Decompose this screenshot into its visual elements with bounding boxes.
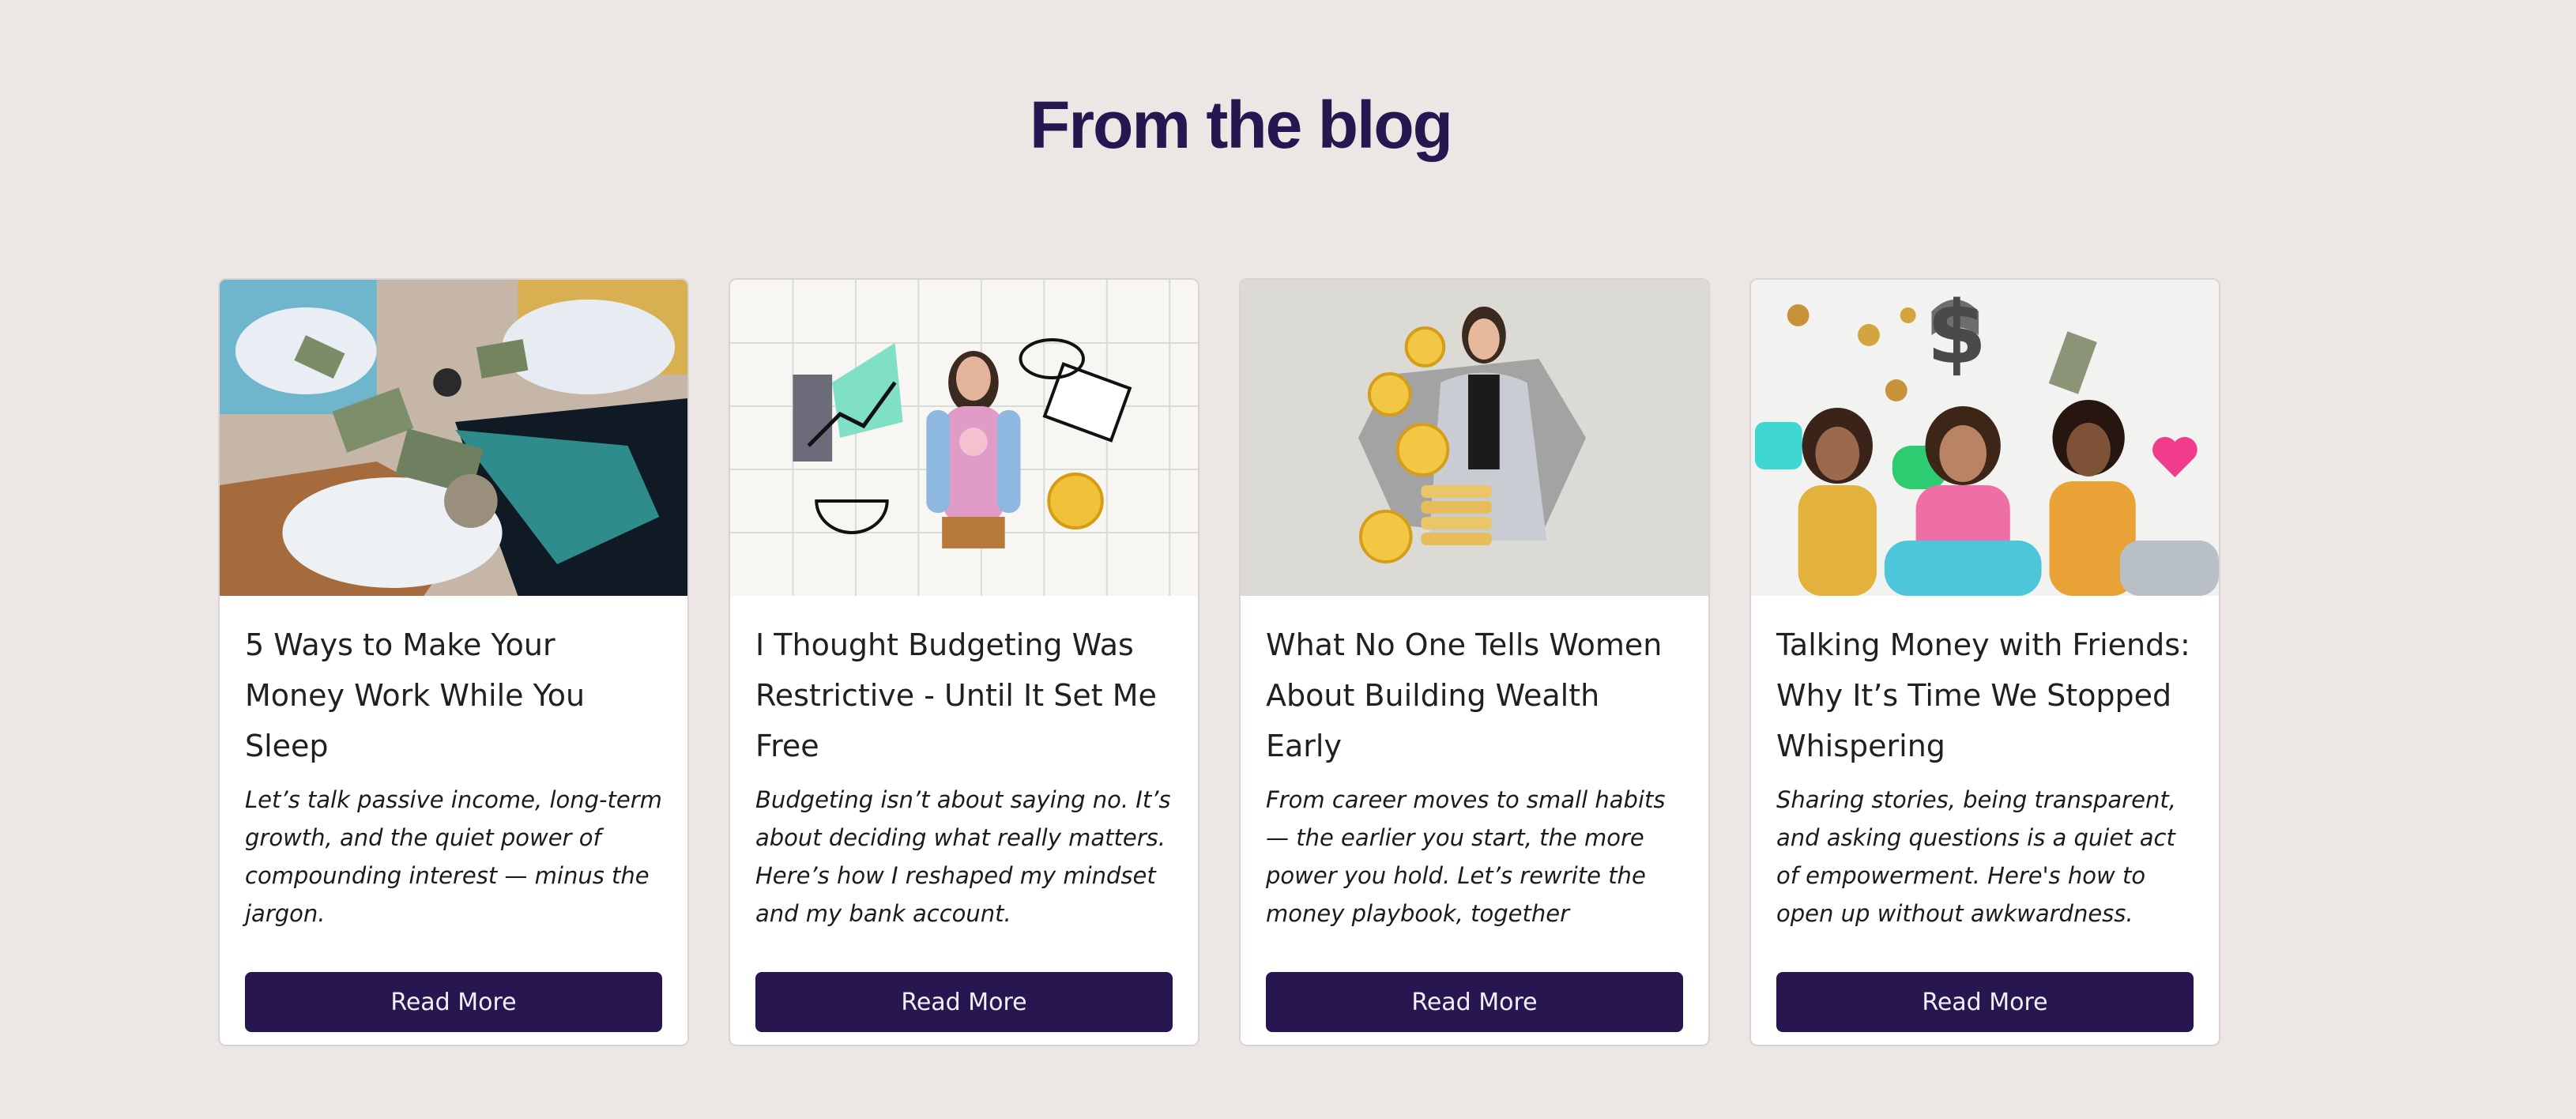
blog-card: 5 Ways to Make Your Money Work While You… xyxy=(218,278,689,1046)
blog-card-list: 5 Ways to Make Your Money Work While You… xyxy=(218,278,2220,1046)
post-excerpt: From career moves to small habits — the … xyxy=(1266,786,1666,927)
read-more-button[interactable]: Read More xyxy=(1266,972,1683,1032)
post-excerpt: Sharing stories, being transparent, and … xyxy=(1776,786,2176,927)
friends-phones-image[interactable]: $ xyxy=(1751,280,2219,596)
blog-card: $ Talking Money with Friends: Why It’s T… xyxy=(1749,278,2220,1046)
post-title[interactable]: I Thought Budgeting Was Restrictive - Un… xyxy=(755,620,1173,771)
money-collage-image[interactable] xyxy=(220,280,687,596)
post-title[interactable]: Talking Money with Friends: Why It’s Tim… xyxy=(1776,620,2194,771)
post-title[interactable]: 5 Ways to Make Your Money Work While You… xyxy=(245,620,662,771)
post-excerpt: Budgeting isn’t about saying no. It’s ab… xyxy=(755,786,1171,927)
svg-text:$: $ xyxy=(1926,282,1987,383)
read-more-button[interactable]: Read More xyxy=(1776,972,2194,1032)
friends-phones-illustration: $ xyxy=(1751,280,2219,596)
money-collage-illustration xyxy=(220,280,687,596)
blog-card: What No One Tells Women About Building W… xyxy=(1239,278,1710,1046)
post-title[interactable]: What No One Tells Women About Building W… xyxy=(1266,620,1683,771)
budgeting-woman-illustration xyxy=(730,280,1198,596)
budgeting-woman-image[interactable] xyxy=(730,280,1198,596)
read-more-button[interactable]: Read More xyxy=(755,972,1173,1032)
businesswoman-coins-illustration xyxy=(1241,280,1708,596)
post-excerpt: Let’s talk passive income, long-term gro… xyxy=(245,786,662,927)
blog-card: I Thought Budgeting Was Restrictive - Un… xyxy=(729,278,1199,1046)
read-more-button[interactable]: Read More xyxy=(245,972,662,1032)
section-title: From the blog xyxy=(1030,88,1453,162)
businesswoman-coins-image[interactable] xyxy=(1241,280,1708,596)
